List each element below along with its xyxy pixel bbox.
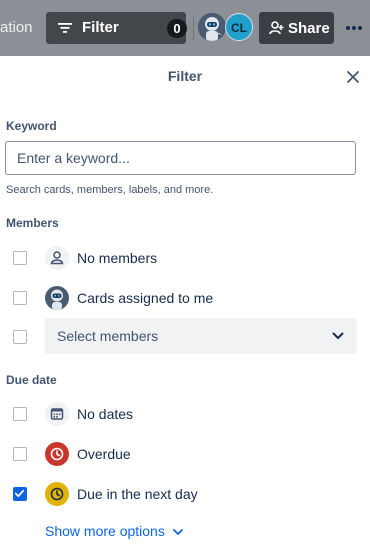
clock-icon-overdue xyxy=(45,442,69,466)
filter-option-overdue[interactable]: Overdue xyxy=(0,438,370,470)
share-button-label: Share xyxy=(288,20,330,37)
board-header: ation Filter 0 CL Share xyxy=(0,0,370,56)
members-section-label: Members xyxy=(6,216,59,230)
close-panel-button[interactable] xyxy=(344,68,362,86)
member-avatar-robot[interactable] xyxy=(198,13,226,41)
add-person-icon xyxy=(269,21,284,35)
assigned-to-me-label: Cards assigned to me xyxy=(77,290,214,306)
no-dates-label: No dates xyxy=(77,406,134,422)
filter-option-assigned-to-me[interactable]: Cards assigned to me xyxy=(0,282,370,314)
filter-count-badge: 0 xyxy=(167,19,187,38)
due-next-day-label: Due in the next day xyxy=(77,486,198,502)
keyword-help-text: Search cards, members, labels, and more. xyxy=(6,184,214,196)
robot-avatar-icon xyxy=(45,286,69,310)
select-members-checkbox[interactable] xyxy=(13,330,27,344)
assigned-to-me-checkbox[interactable] xyxy=(13,291,27,305)
show-more-options-link[interactable]: Show more options xyxy=(45,523,165,539)
close-icon xyxy=(347,71,359,83)
keyword-section-label: Keyword xyxy=(6,119,57,133)
checkmark-icon xyxy=(14,489,25,497)
share-button[interactable]: Share xyxy=(259,12,334,44)
filter-lines-icon xyxy=(58,23,72,33)
person-icon xyxy=(45,246,69,270)
overdue-checkbox[interactable] xyxy=(13,447,27,461)
filter-panel: Filter Keyword Search cards, members, la… xyxy=(0,56,370,551)
no-dates-checkbox[interactable] xyxy=(13,407,27,421)
board-name-fragment[interactable]: ation xyxy=(0,19,33,36)
clock-icon-due-soon xyxy=(45,482,69,506)
more-menu-button[interactable] xyxy=(343,12,367,44)
more-horizontal-icon xyxy=(346,26,362,30)
filter-option-due-next-day[interactable]: Due in the next day xyxy=(0,478,370,510)
no-members-checkbox[interactable] xyxy=(13,251,27,265)
no-members-label: No members xyxy=(77,250,158,266)
due-date-section-label: Due date xyxy=(6,373,57,387)
chevron-down-icon[interactable] xyxy=(172,526,184,538)
due-next-day-checkbox[interactable] xyxy=(13,487,27,501)
member-avatar-cl[interactable]: CL xyxy=(225,13,253,41)
filter-option-no-members[interactable]: No members xyxy=(0,242,370,274)
filter-button[interactable]: Filter 0 xyxy=(46,12,219,44)
chevron-down-icon xyxy=(332,332,344,339)
calendar-icon xyxy=(45,402,69,426)
header-divider xyxy=(193,16,194,40)
panel-title: Filter xyxy=(167,68,203,84)
select-members-dropdown[interactable]: Select members xyxy=(45,318,357,354)
select-members-label: Select members xyxy=(57,328,159,344)
overdue-label: Overdue xyxy=(77,446,131,462)
filter-option-no-dates[interactable]: No dates xyxy=(0,398,370,430)
filter-button-label: Filter xyxy=(82,19,119,36)
robot-avatar-icon xyxy=(198,13,226,41)
keyword-input[interactable] xyxy=(5,141,356,175)
